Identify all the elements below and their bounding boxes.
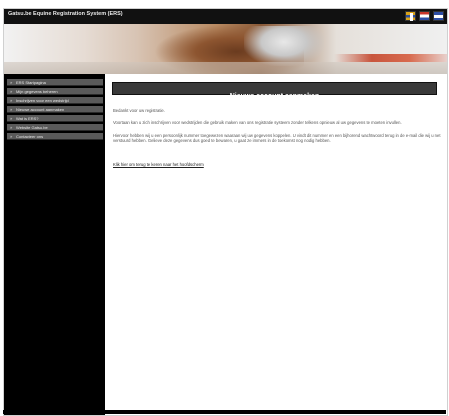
app-window: Gatsu.be Equine Registration System (ERS… xyxy=(3,8,448,416)
main-content: Nieuwe account aanmaken Bedankt voor uw … xyxy=(105,74,447,415)
paragraph-info: Voortaan kan u zich inschrijven voor wed… xyxy=(113,120,402,126)
sidebar-item-label: Contacteer ons xyxy=(16,134,44,139)
sidebar-item-nieuwe-account[interactable]: » Nieuwe account aanmaken xyxy=(7,106,103,113)
sidebar-item-label: ERS Startpagina xyxy=(16,80,46,85)
back-to-home-link[interactable]: Klik hier om terug te keren naar het hoo… xyxy=(113,162,204,167)
rider-photo-area xyxy=(244,26,324,66)
sidebar-item-website[interactable]: » Website Gatsu.be xyxy=(7,124,103,131)
arrow-right-icon: » xyxy=(10,80,13,85)
paragraph-thanks: Bedankt voor uw registratie. xyxy=(113,108,165,113)
content-body: Bedankt voor uw registratie. Voortaan ka… xyxy=(113,108,441,170)
flag-icon-en[interactable] xyxy=(433,11,444,21)
sidebar: » ERS Startpagina » Mijn gegevens behere… xyxy=(4,74,105,415)
flag-icon-de[interactable] xyxy=(405,11,416,21)
footer-bar xyxy=(3,410,446,414)
arrow-right-icon: » xyxy=(10,116,13,121)
language-selector xyxy=(405,11,444,21)
sidebar-item-inschrijven[interactable]: » Inschrijven voor een wedstrijd xyxy=(7,97,103,104)
fence-rail-graphic xyxy=(334,54,447,62)
sidebar-item-label: Website Gatsu.be xyxy=(16,125,48,130)
sidebar-item-ers-startpagina[interactable]: » ERS Startpagina xyxy=(7,79,103,86)
sidebar-item-label: Mijn gegevens beheren xyxy=(16,89,58,94)
arrow-right-icon: » xyxy=(10,98,13,103)
arrow-right-icon: » xyxy=(10,125,13,130)
sidebar-nav: » ERS Startpagina » Mijn gegevens behere… xyxy=(7,79,103,142)
site-title: Gatsu.be Equine Registration System (ERS… xyxy=(8,11,123,17)
flag-icon-nl[interactable] xyxy=(419,11,430,21)
sidebar-item-contact[interactable]: » Contacteer ons xyxy=(7,133,103,140)
top-bar: Gatsu.be Equine Registration System (ERS… xyxy=(4,9,447,24)
sidebar-item-label: Wat is ERS? xyxy=(16,116,39,121)
sidebar-item-label: Inschrijven voor een wedstrijd xyxy=(16,98,69,103)
arrow-right-icon: » xyxy=(10,134,13,139)
arrow-right-icon: » xyxy=(10,89,13,94)
header-banner-image xyxy=(4,24,447,74)
sidebar-item-label: Nieuwe account aanmaken xyxy=(16,107,65,112)
page-title: Nieuwe account aanmaken xyxy=(229,93,320,100)
sidebar-item-wat-is-ers[interactable]: » Wat is ERS? xyxy=(7,115,103,122)
arrow-right-icon: » xyxy=(10,107,13,112)
sidebar-item-mijn-gegevens[interactable]: » Mijn gegevens beheren xyxy=(7,88,103,95)
paragraph-account-number: Hiervoor hebben wij u een persoonlijk nu… xyxy=(113,132,441,144)
banner-ground xyxy=(4,62,447,74)
page-heading: Nieuwe account aanmaken xyxy=(112,82,437,100)
